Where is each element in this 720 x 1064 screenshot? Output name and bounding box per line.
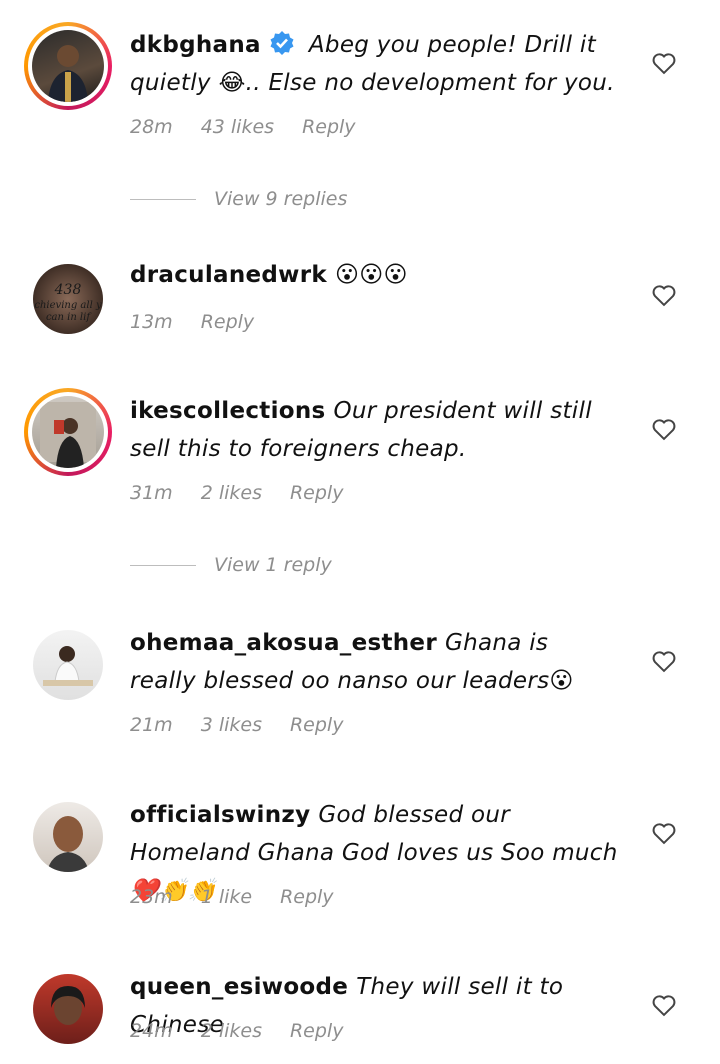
comment-time: 28m — [130, 116, 173, 138]
svg-text:chieving all y: chieving all y — [34, 300, 102, 311]
replies-divider — [130, 564, 196, 566]
comment-likes[interactable]: 2 likes — [201, 1020, 262, 1042]
heart-outline-icon[interactable] — [650, 281, 678, 309]
avatar — [32, 396, 104, 468]
comment-time: 21m — [130, 714, 173, 736]
comment-time: 24m — [130, 1020, 173, 1042]
heart-outline-icon[interactable] — [650, 415, 678, 443]
avatar — [32, 30, 104, 102]
comment-username[interactable]: officialswinzy — [130, 802, 310, 828]
heart-outline-icon[interactable] — [650, 647, 678, 675]
avatar[interactable] — [24, 793, 112, 881]
comment-meta: 28m 43 likes Reply — [130, 116, 384, 138]
reply-button[interactable]: Reply — [302, 116, 355, 138]
avatar-story-ring[interactable] — [24, 388, 112, 476]
avatar[interactable] — [24, 621, 112, 709]
heart-outline-icon[interactable] — [650, 991, 678, 1019]
avatar-image — [33, 974, 103, 1044]
svg-text:438: 438 — [54, 282, 82, 298]
reply-button[interactable]: Reply — [290, 482, 343, 504]
avatar[interactable] — [24, 965, 112, 1053]
comment-meta: 24m 2 likes Reply — [130, 1020, 371, 1042]
comment-body: 😮😮😮 — [334, 262, 408, 288]
comment-likes[interactable]: 43 likes — [201, 116, 274, 138]
reply-button[interactable]: Reply — [290, 1020, 343, 1042]
comment-text-block: ohemaa_akosua_esther Ghana is really bles… — [130, 624, 620, 700]
comment-text-block: draculanedwrk 😮😮😮 — [130, 256, 620, 294]
comment-time: 23m — [130, 886, 173, 908]
comment-meta: 31m 2 likes Reply — [130, 482, 371, 504]
comment-username[interactable]: ohemaa_akosua_esther — [130, 630, 437, 656]
comment-username[interactable]: dkbghana — [130, 32, 261, 58]
avatar[interactable]: 438 chieving all y can in lif — [24, 255, 112, 343]
svg-text:can in lif: can in lif — [46, 312, 92, 323]
reply-button[interactable]: Reply — [201, 311, 254, 333]
comment-meta: 21m 3 likes Reply — [130, 714, 371, 736]
verified-badge-icon — [269, 30, 295, 56]
comment-username[interactable]: draculanedwrk — [130, 262, 327, 288]
comment-text-block: dkbghana Abeg you people! Drill it quietl… — [130, 26, 620, 102]
comment-time: 31m — [130, 482, 173, 504]
comment-likes[interactable]: 1 like — [201, 886, 252, 908]
view-replies-button[interactable]: View 1 reply — [130, 554, 332, 576]
comment-likes[interactable]: 3 likes — [201, 714, 262, 736]
avatar-image: 438 chieving all y can in lif — [33, 264, 103, 334]
avatar-story-ring[interactable] — [24, 22, 112, 110]
view-replies-button[interactable]: View 9 replies — [130, 188, 347, 210]
replies-divider — [130, 198, 196, 200]
comment-meta: 23m 1 like Reply — [130, 886, 362, 908]
view-replies-label: View 1 reply — [214, 554, 332, 576]
view-replies-label: View 9 replies — [214, 188, 348, 210]
comment-text-block: ikescollections Our president will still … — [130, 392, 620, 468]
heart-outline-icon[interactable] — [650, 819, 678, 847]
comment-likes[interactable]: 2 likes — [201, 482, 262, 504]
comment-username[interactable]: queen_esiwoode — [130, 974, 348, 1000]
avatar-image — [33, 630, 103, 700]
comment-meta: 13m Reply — [130, 311, 282, 333]
comment-username[interactable]: ikescollections — [130, 398, 326, 424]
reply-button[interactable]: Reply — [290, 714, 343, 736]
avatar-image — [33, 802, 103, 872]
reply-button[interactable]: Reply — [280, 886, 333, 908]
heart-outline-icon[interactable] — [650, 49, 678, 77]
comment-time: 13m — [130, 311, 173, 333]
